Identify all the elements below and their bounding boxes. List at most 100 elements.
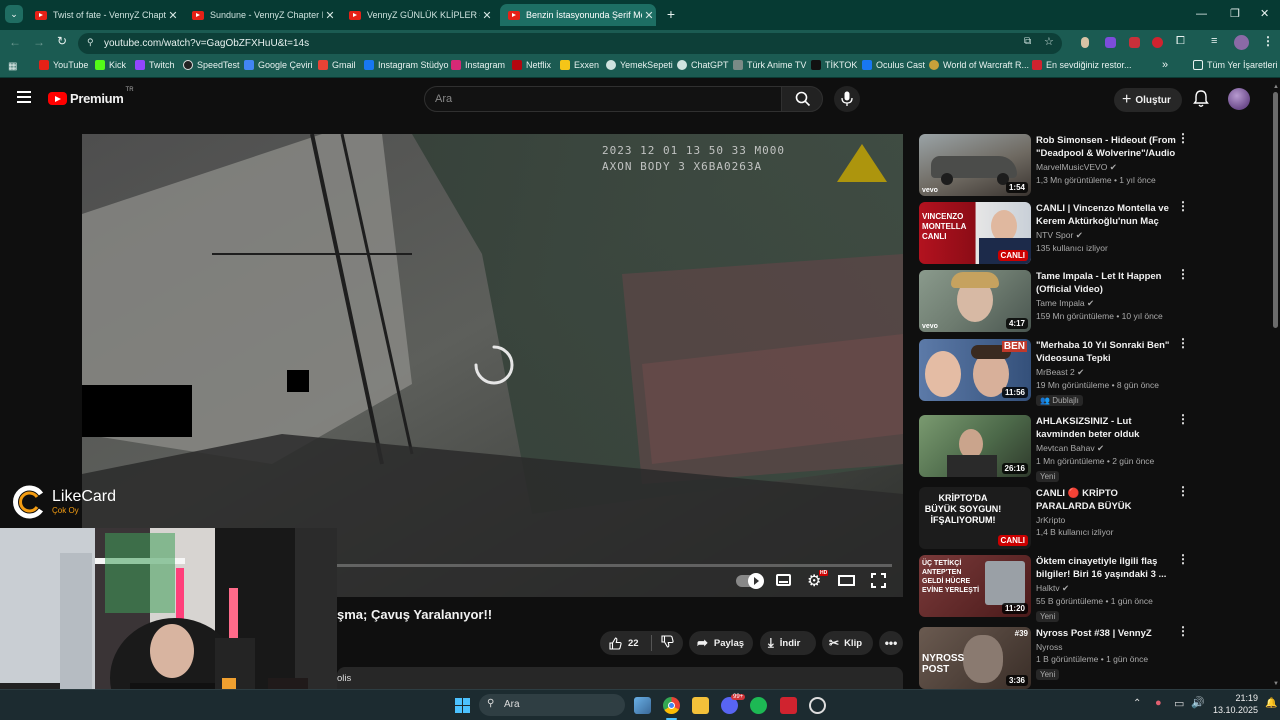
bookmark-kick[interactable]: Kick: [95, 60, 126, 70]
spotify-icon[interactable]: [750, 697, 767, 714]
more-options-icon[interactable]: ⋮: [1177, 553, 1189, 565]
restore-button[interactable]: ❐: [1230, 7, 1240, 20]
create-button[interactable]: + Oluştur: [1114, 88, 1182, 112]
recommendation-item[interactable]: BEN 11:56 "Merhaba 10 Yıl Sonraki Ben" V…: [919, 337, 1189, 409]
video-thumbnail[interactable]: vevo 4:17: [919, 270, 1031, 332]
more-options-icon[interactable]: ⋮: [1177, 625, 1189, 637]
share-button[interactable]: ➦ Paylaş: [689, 631, 753, 655]
more-options-icon[interactable]: ⋮: [1177, 132, 1189, 144]
close-icon[interactable]: ✕: [166, 9, 180, 22]
recommendation-title[interactable]: Öktem cinayetiyle ilgili flaş bilgiler! …: [1036, 555, 1176, 581]
microphone-tray-icon[interactable]: ●: [1155, 697, 1162, 709]
more-actions-button[interactable]: •••: [879, 631, 903, 655]
reading-list-icon[interactable]: ≡: [1211, 35, 1217, 47]
reload-icon[interactable]: ↻: [57, 34, 67, 48]
recommendation-item[interactable]: KRİPTO'DA BÜYÜK SOYGUN! İFŞALIYORUM! CAN…: [919, 485, 1189, 549]
site-info-icon[interactable]: ⚲: [87, 37, 94, 48]
more-options-icon[interactable]: ⋮: [1177, 200, 1189, 212]
recommendation-item[interactable]: 26:16 AHLAKSIZSINIZ - Lut kavminden bete…: [919, 413, 1189, 483]
channel-name[interactable]: Nyross: [1036, 642, 1176, 652]
theater-mode-icon[interactable]: [838, 575, 855, 586]
chrome-icon[interactable]: [663, 697, 680, 714]
like-button[interactable]: 22: [600, 636, 639, 650]
channel-name[interactable]: JrKripto: [1036, 515, 1176, 525]
bookmark-instagram-studio[interactable]: Instagram Stüdyo: [364, 60, 449, 70]
youtube-logo[interactable]: Premium TR: [48, 87, 134, 106]
window-close-button[interactable]: ✕: [1260, 7, 1269, 20]
extension-record-icon[interactable]: [1152, 37, 1163, 48]
extension-icon[interactable]: [1081, 37, 1089, 48]
voicemod-icon[interactable]: [780, 697, 797, 714]
recommendation-title[interactable]: Nyross Post #38 | VennyZ: [1036, 627, 1176, 640]
tab-1[interactable]: Twist of fate - VennyZ Chapter I ✕: [27, 4, 180, 26]
bookmark-star-icon[interactable]: ☆: [1044, 35, 1054, 48]
tab-3[interactable]: VennyZ GÜNLÜK KLİPLER #3 - • ✕: [341, 4, 494, 26]
voice-search-button[interactable]: [834, 86, 860, 112]
channel-name[interactable]: Halktv ✔: [1036, 583, 1176, 594]
video-thumbnail[interactable]: vevo 1:54: [919, 134, 1031, 196]
more-options-icon[interactable]: ⋮: [1177, 485, 1189, 497]
video-thumbnail[interactable]: KRİPTO'DA BÜYÜK SOYGUN! İFŞALIYORUM! CAN…: [919, 487, 1031, 549]
description-box[interactable]: olis: [337, 667, 903, 689]
video-thumbnail[interactable]: BEN 11:56: [919, 339, 1031, 401]
network-icon[interactable]: ▭: [1174, 697, 1184, 710]
url-bar[interactable]: ⚲ youtube.com/watch?v=GagObZFXHuU&t=14s …: [78, 33, 1062, 54]
bookmark-restaurants[interactable]: En sevdiğiniz restor...: [1032, 60, 1132, 70]
back-icon[interactable]: ←: [9, 35, 21, 49]
page-scrollbar[interactable]: ▲ ▼: [1270, 78, 1280, 689]
more-bookmarks-button[interactable]: »: [1162, 59, 1168, 71]
search-input[interactable]: Ara: [424, 86, 782, 112]
bookmark-yemeksepeti[interactable]: YemekSepeti: [606, 60, 673, 70]
recommendation-item[interactable]: ÜÇ TETİKÇİ ANTEP'TEN GELDİ HÜCRE EVİNE Y…: [919, 553, 1189, 623]
subtitles-icon[interactable]: [776, 574, 791, 586]
bookmark-exxen[interactable]: Exxen: [560, 60, 599, 70]
recommendation-title[interactable]: "Merhaba 10 Yıl Sonraki Ben" Videosuna T…: [1036, 339, 1176, 365]
notification-bell-icon[interactable]: 🔔: [1265, 698, 1277, 709]
file-explorer-icon[interactable]: [692, 697, 709, 714]
close-icon[interactable]: ✕: [480, 9, 494, 22]
channel-name[interactable]: MarvelMusicVEVO ✔: [1036, 162, 1176, 173]
clip-button[interactable]: ✂ Klip: [822, 631, 873, 655]
bookmark-netflix[interactable]: Netflix: [512, 60, 551, 70]
tab-4[interactable]: Benzin İstasyonunda Şerif Mem ✕: [500, 4, 656, 26]
video-thumbnail[interactable]: 26:16: [919, 415, 1031, 477]
more-options-icon[interactable]: ⋮: [1177, 337, 1189, 349]
account-avatar[interactable]: [1228, 88, 1250, 110]
recommendation-title[interactable]: Rob Simonsen - Hideout (From "Deadpool &…: [1036, 134, 1176, 160]
bookmark-oculus-cast[interactable]: Oculus Cast: [862, 60, 925, 70]
bookmark-tiktok[interactable]: TİKTOK: [811, 60, 857, 70]
widgets-icon[interactable]: [634, 697, 651, 714]
extension-red-icon[interactable]: [1129, 37, 1140, 48]
video-thumbnail[interactable]: NYROSS POST #39 3:36: [919, 627, 1031, 689]
bookmark-google-translate[interactable]: Google Çeviri: [244, 60, 313, 70]
extensions-puzzle-icon[interactable]: ⧠: [1176, 35, 1185, 48]
taskbar-search[interactable]: ⚲ Ara: [479, 694, 625, 716]
all-bookmarks-folder[interactable]: Tüm Yer İşaretleri: [1193, 60, 1278, 70]
bookmark-chatgpt[interactable]: ChatGPT: [677, 60, 729, 70]
apps-grid-icon[interactable]: ▦: [8, 61, 17, 72]
windows-start-icon[interactable]: [455, 698, 470, 713]
download-button[interactable]: ⤓ İndir: [760, 631, 816, 655]
search-button[interactable]: [781, 86, 823, 112]
recommendation-title[interactable]: CANLI 🔴 KRİPTO PARALARDA BÜYÜK SOYGUN! .…: [1036, 487, 1176, 513]
fullscreen-icon[interactable]: [871, 573, 886, 588]
channel-name[interactable]: Mevtcan Bahav ✔: [1036, 443, 1176, 454]
bookmark-gmail[interactable]: Gmail: [318, 60, 356, 70]
forward-icon[interactable]: →: [33, 35, 45, 49]
show-hidden-icons[interactable]: ⌃: [1133, 698, 1141, 709]
recommendation-title[interactable]: AHLAKSIZSINIZ - Lut kavminden beter oldu…: [1036, 415, 1176, 441]
more-options-icon[interactable]: ⋮: [1177, 413, 1189, 425]
profile-avatar[interactable]: [1234, 35, 1249, 50]
autoplay-toggle[interactable]: [736, 573, 764, 589]
recommendation-item[interactable]: VINCENZO MONTELLA CANLI CANLI CANLI | Vi…: [919, 200, 1189, 264]
recommendation-item[interactable]: vevo 4:17 Tame Impala - Let It Happen (O…: [919, 268, 1189, 332]
browser-menu-icon[interactable]: ⋮: [1262, 34, 1274, 48]
bookmark-instagram[interactable]: Instagram: [451, 60, 505, 70]
channel-name[interactable]: Tame Impala ✔: [1036, 298, 1176, 309]
video-thumbnail[interactable]: VINCENZO MONTELLA CANLI CANLI: [919, 202, 1031, 264]
tab-2[interactable]: Sundune - VennyZ Chapter III - ✕: [184, 4, 337, 26]
dislike-button[interactable]: [661, 635, 674, 651]
extension-twitch-icon[interactable]: [1105, 37, 1116, 48]
bookmark-twitch[interactable]: Twitch: [135, 60, 175, 70]
hamburger-menu-icon[interactable]: [17, 91, 31, 103]
